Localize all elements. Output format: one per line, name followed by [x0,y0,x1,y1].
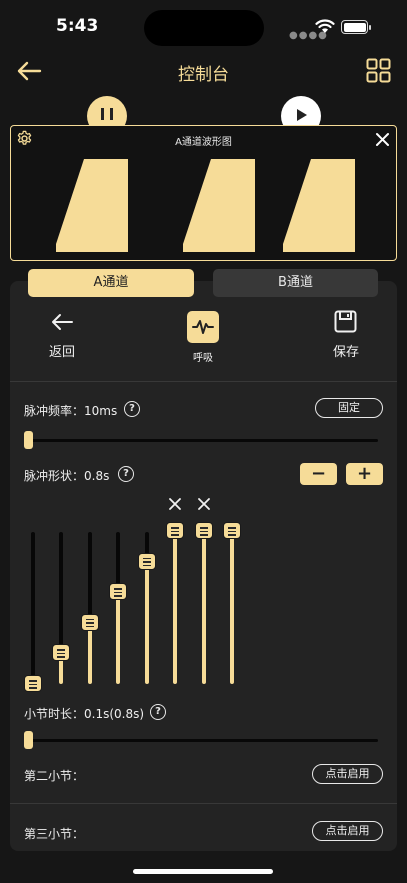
section-duration-slider-handle[interactable] [24,731,33,749]
pulse-frequency-value: 10ms [84,404,118,418]
back-label[interactable]: 返回 [40,341,84,360]
pulse-frequency-slider[interactable] [25,439,378,442]
tab-a-channel[interactable]: A通道 [28,269,194,297]
save-icon[interactable] [334,310,357,333]
section-2-label: 第二小节： [24,769,85,783]
section-duration-label: 小节时长： [24,707,85,721]
pulse-wave-icon [192,320,214,334]
section-3-label: 第三小节： [24,827,85,841]
shape-slider-handle[interactable] [81,613,99,631]
back-icon[interactable] [50,312,74,332]
pulse-shape-value: 0.8s [84,469,110,483]
waveform-pulse-1 [56,159,128,252]
shape-slider-handle[interactable] [166,522,184,539]
breath-label: 呼吸 [193,353,213,364]
save-label[interactable]: 保存 [324,341,368,360]
waveform-panel: A通道波形图 [10,125,397,261]
shape-slider-handle[interactable] [138,552,156,570]
waveform-pulse-2 [183,159,255,252]
tab-b-channel[interactable]: B通道 [213,269,378,297]
page-title: 控制台 [178,65,229,85]
divider [10,803,397,804]
pulse-frequency-row: 脉冲频率：10ms [24,402,117,419]
dynamic-island [144,10,264,46]
pulse-frequency-slider-handle[interactable] [24,431,33,449]
section-duration-slider[interactable] [25,739,378,742]
shape-slider-handle[interactable] [195,522,213,539]
increase-button[interactable]: + [346,463,383,485]
pulse-frequency-label: 脉冲频率： [24,404,85,418]
decrease-button[interactable]: − [300,463,337,485]
wifi-icon [315,19,335,33]
play-icon [297,109,307,121]
grid-menu-icon[interactable] [366,58,391,83]
shape-slider-handle[interactable] [223,522,241,539]
divider [10,381,397,382]
status-time: 5:43 [56,16,99,36]
waveform-pulse-3 [283,159,355,252]
section-duration-row: 小节时长：0.1s(0.8s) [24,705,144,722]
waveform-graph [56,159,355,252]
enable-section-2-button[interactable]: 点击启用 [312,764,383,784]
home-indicator [133,869,273,874]
help-icon[interactable]: ? [118,466,134,482]
pause-icon [101,108,113,120]
pulse-shape-row: 脉冲形状：0.8s [24,467,109,484]
battery-icon [341,20,371,34]
section-duration-value: 0.1s(0.8s) [84,707,145,721]
pulse-shape-label: 脉冲形状： [24,469,85,483]
remove-slider-icon[interactable] [197,497,211,511]
remove-slider-icon[interactable] [168,497,182,511]
shape-slider-handle[interactable] [109,583,127,601]
help-icon[interactable]: ? [150,704,166,720]
breath-preset-button[interactable] [187,311,219,343]
enable-section-3-button[interactable]: 点击启用 [312,821,383,841]
shape-slider-handle[interactable] [24,675,42,692]
fixed-button[interactable]: 固定 [315,398,383,418]
shape-slider-handle[interactable] [52,644,70,662]
help-icon[interactable]: ? [124,401,140,417]
